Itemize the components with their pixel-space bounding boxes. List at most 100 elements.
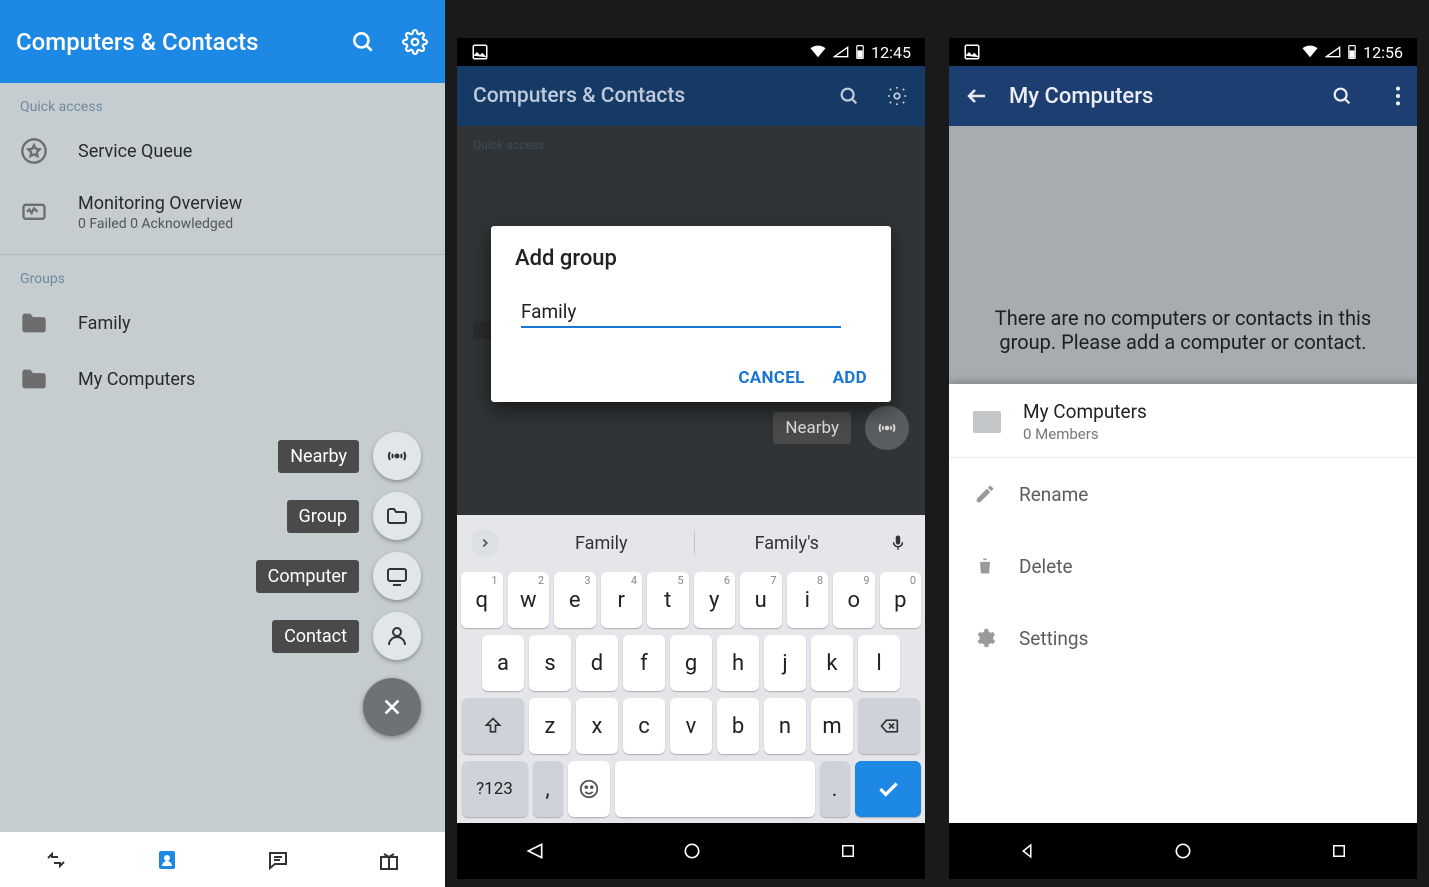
key-y[interactable]: y6 [694,572,736,628]
add-button[interactable]: ADD [833,368,867,388]
search-icon[interactable] [837,84,861,108]
key-d[interactable]: d [576,635,618,691]
backspace-key[interactable] [858,698,920,754]
key-k[interactable]: k [811,635,853,691]
symbols-key[interactable]: ?123 [462,761,528,817]
add-group-dialog: Add group CANCEL ADD [491,226,891,402]
list-item-service-queue[interactable]: Service Queue [0,123,445,179]
fab-nearby[interactable]: Nearby [773,406,909,450]
folder-icon[interactable] [373,492,421,540]
app-header: My Computers [949,66,1417,126]
menu-delete[interactable]: Delete [949,530,1417,602]
nav-gift-icon[interactable] [334,848,445,872]
key-i[interactable]: i8 [787,572,829,628]
key-n[interactable]: n [764,698,806,754]
item-title: Service Queue [78,141,425,162]
recents-icon[interactable] [839,842,857,860]
key-b[interactable]: b [717,698,759,754]
app-header: Computers & Contacts [0,0,445,83]
group-family[interactable]: Family [0,295,445,351]
back-icon[interactable] [525,841,545,861]
battery-icon [1347,44,1357,60]
list-item-monitoring[interactable]: Monitoring Overview 0 Failed 0 Acknowled… [0,179,445,246]
person-icon[interactable] [373,612,421,660]
home-icon[interactable] [1173,841,1193,861]
key-l[interactable]: l [858,635,900,691]
key-t[interactable]: t5 [647,572,689,628]
sheet-title: My Computers [1023,400,1147,423]
menu-settings[interactable]: Settings [949,602,1417,674]
nav-connect-icon[interactable] [0,848,111,872]
key-v[interactable]: v [670,698,712,754]
key-s[interactable]: s [529,635,571,691]
key-g[interactable]: g [670,635,712,691]
wifi-icon [809,45,827,59]
emoji-key[interactable] [568,761,610,817]
key-x[interactable]: x [576,698,618,754]
nav-chat-icon[interactable] [223,848,334,872]
quick-access-label: Quick access [457,126,925,158]
item-subtitle: 0 Failed 0 Acknowledged [78,216,425,232]
key-u[interactable]: u7 [740,572,782,628]
key-h[interactable]: h [717,635,759,691]
suggestion[interactable]: Family's [695,533,880,554]
monitor-icon[interactable] [373,552,421,600]
menu-label: Settings [1019,627,1088,650]
sheet-subtitle: 0 Members [1023,425,1147,443]
space-key[interactable] [615,761,815,817]
settings-icon[interactable] [885,84,909,108]
home-icon[interactable] [682,841,702,861]
key-q[interactable]: q1 [461,572,503,628]
key-p[interactable]: p0 [880,572,922,628]
mic-icon[interactable] [889,533,911,553]
app-title: Computers & Contacts [16,28,325,56]
key-a[interactable]: a [482,635,524,691]
picture-icon [963,43,981,61]
shift-key[interactable] [462,698,524,754]
key-e[interactable]: e3 [554,572,596,628]
battery-icon [855,44,865,60]
settings-icon[interactable] [401,28,429,56]
fab-label: Nearby [773,412,851,444]
key-c[interactable]: c [623,698,665,754]
broadcast-icon[interactable] [373,432,421,480]
pencil-icon [973,482,997,506]
key-w[interactable]: w2 [508,572,550,628]
key-z[interactable]: z [529,698,571,754]
dialog-title: Add group [515,246,867,271]
key-r[interactable]: r4 [601,572,643,628]
fab-close-button[interactable] [363,678,421,736]
app-title: Computers & Contacts [473,84,813,108]
fab-contact[interactable]: Contact [272,612,421,660]
expand-icon[interactable] [471,529,499,557]
key-o[interactable]: o9 [833,572,875,628]
monitor-icon [20,199,48,227]
search-icon[interactable] [1331,85,1353,107]
comma-key[interactable]: , [533,761,563,817]
system-nav [457,823,925,879]
back-icon[interactable] [965,84,989,108]
menu-rename[interactable]: Rename [949,458,1417,530]
search-icon[interactable] [349,28,377,56]
recents-icon[interactable] [1330,842,1348,860]
suggestion[interactable]: Family [509,533,694,554]
cancel-button[interactable]: CANCEL [738,368,804,388]
group-body: There are no computers or contacts in th… [949,126,1417,823]
key-f[interactable]: f [623,635,665,691]
panel-contacts: Computers & Contacts Quick access Servic… [0,0,445,887]
status-time: 12:45 [871,43,911,62]
back-icon[interactable] [1018,842,1036,860]
more-icon[interactable] [1395,85,1401,107]
period-key[interactable]: . [820,761,850,817]
fab-nearby[interactable]: Nearby [278,432,421,480]
broadcast-icon[interactable] [865,406,909,450]
group-name-input[interactable] [521,297,841,328]
key-j[interactable]: j [764,635,806,691]
key-m[interactable]: m [811,698,853,754]
fab-computer[interactable]: Computer [256,552,421,600]
status-bar: 12:45 [457,38,925,66]
nav-contacts-icon[interactable] [111,848,222,872]
group-my-computers[interactable]: My Computers [0,351,445,407]
fab-group[interactable]: Group [287,492,421,540]
enter-key[interactable] [855,761,921,817]
